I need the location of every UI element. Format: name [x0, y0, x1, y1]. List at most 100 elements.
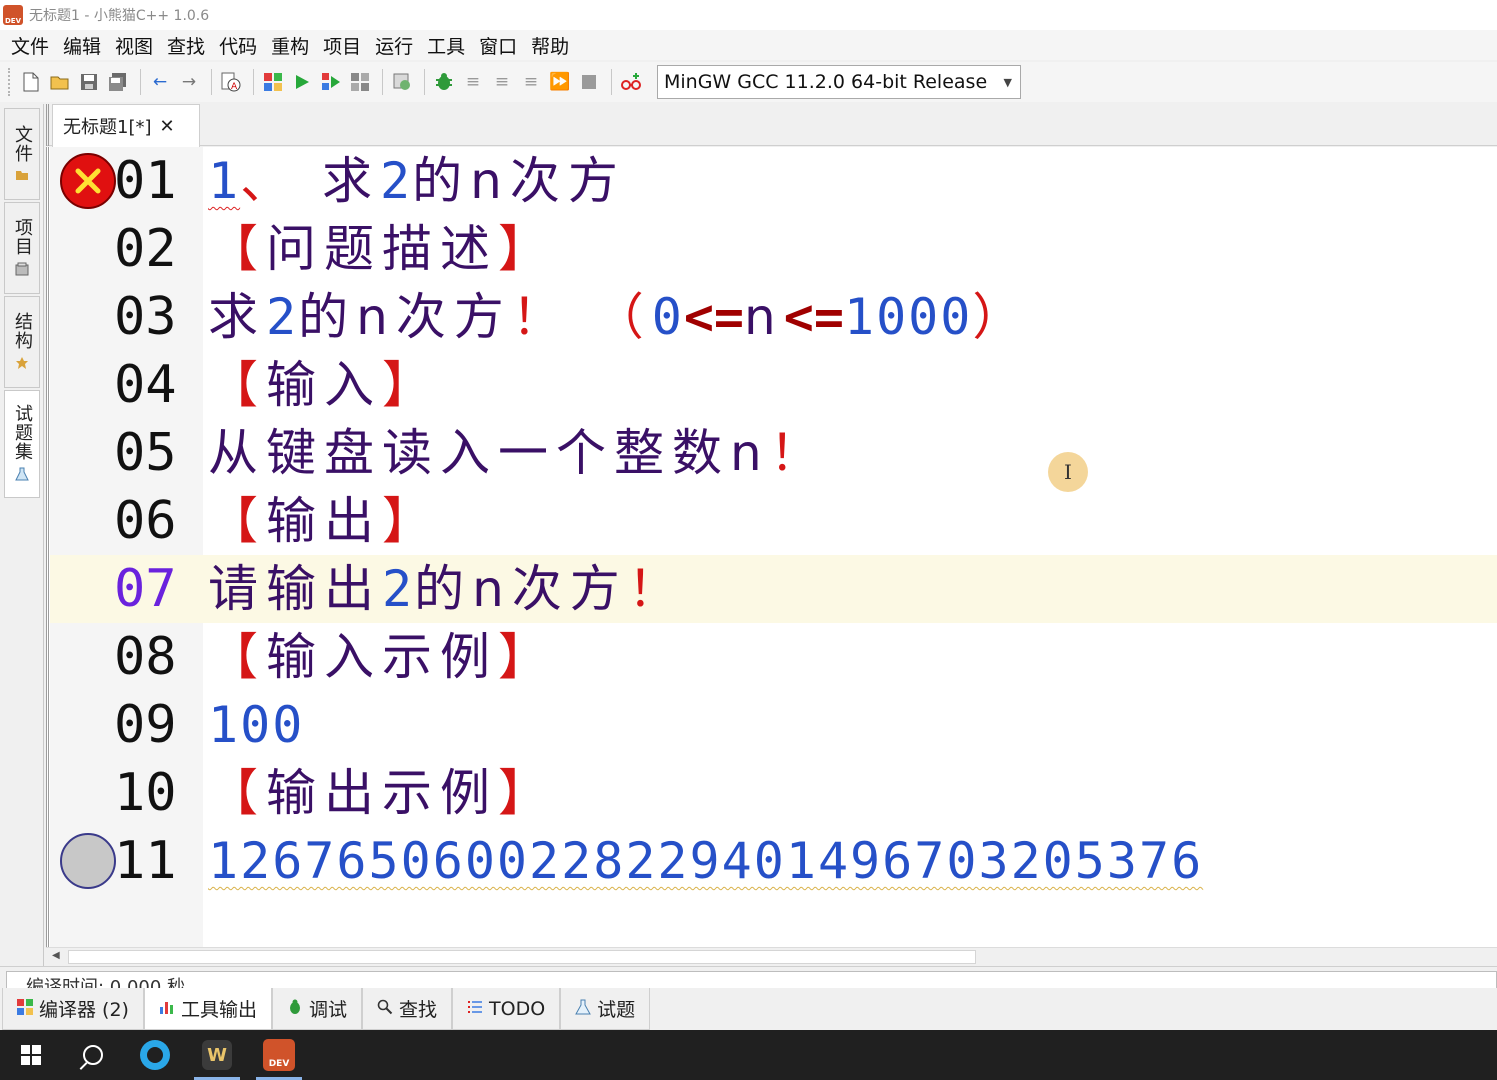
tab-debug[interactable]: 调试	[271, 988, 362, 1030]
menu-view[interactable]: 视图	[108, 32, 160, 59]
save-all-icon[interactable]	[105, 68, 131, 96]
line-number: 07	[114, 559, 177, 619]
open-file-icon[interactable]	[47, 68, 73, 96]
compile-icon[interactable]	[260, 68, 286, 96]
line-number: 02	[114, 219, 177, 279]
editor-tab-label: 无标题1[*]	[63, 117, 152, 138]
problem-set-icon	[15, 467, 29, 484]
code-token: n	[744, 288, 784, 346]
dev-cpp-icon: DEV	[263, 1039, 295, 1071]
step-over-icon[interactable]: ≡	[460, 68, 486, 96]
code-line[interactable]: 06 【输出】	[50, 487, 1497, 555]
dock-tab-label: 试题集	[12, 404, 33, 461]
tab-search[interactable]: 查找	[362, 988, 453, 1030]
compiler-select[interactable]: MinGW GCC 11.2.0 64-bit Release ▼	[657, 65, 1021, 99]
tab-label: 试题	[597, 999, 636, 1021]
code-token: 、	[240, 152, 299, 210]
continue-icon[interactable]: ⏩	[547, 68, 573, 96]
title-bar: DEV 无标题1 - 小熊猫C++ 1.0.6	[0, 0, 1497, 30]
code-token: 请输出	[208, 560, 382, 618]
code-token: 2	[380, 152, 413, 210]
format-icon[interactable]: A	[218, 68, 244, 96]
tab-todo[interactable]: TODO	[452, 988, 561, 1030]
code-line[interactable]: 01 1、 求2的n次方	[50, 147, 1497, 215]
splitter[interactable]	[46, 104, 49, 146]
step-out-icon[interactable]: ≡	[518, 68, 544, 96]
code-token: 】	[382, 492, 440, 550]
menu-window[interactable]: 窗口	[472, 32, 524, 59]
line-number: 09	[114, 695, 177, 755]
debug-icon[interactable]	[431, 68, 457, 96]
code-line[interactable]: 02 【问题描述】	[50, 215, 1497, 283]
code-token: 0	[651, 288, 684, 346]
tab-tool-output[interactable]: 工具输出	[143, 988, 272, 1030]
debug-icon	[287, 999, 303, 1019]
stop-icon[interactable]	[576, 68, 602, 96]
toolbar-separator	[424, 69, 425, 95]
back-icon[interactable]: ←	[147, 68, 173, 96]
code-text: 1、 求2的n次方	[208, 149, 626, 213]
toolbar-grip[interactable]	[8, 68, 12, 96]
search-icon	[377, 999, 393, 1019]
close-icon[interactable]: ✕	[160, 116, 175, 137]
menu-code[interactable]: 代码	[212, 32, 264, 59]
line-number: 05	[114, 423, 177, 483]
menu-file[interactable]: 文件	[4, 32, 56, 59]
code-token: 次方	[511, 560, 628, 618]
taskbar-wps[interactable]: W	[186, 1030, 248, 1080]
step-into-icon[interactable]: ≡	[489, 68, 515, 96]
add-watch-icon[interactable]	[618, 68, 644, 96]
taskbar-dev-cpp[interactable]: DEV	[248, 1030, 310, 1080]
code-line[interactable]: 10 【输出示例】	[50, 759, 1497, 827]
app-window: DEV 无标题1 - 小熊猫C++ 1.0.6 文件 编辑 视图 查找 代码 重…	[0, 0, 1497, 1080]
taskbar-search-button[interactable]	[62, 1030, 124, 1080]
menu-refactor[interactable]: 重构	[264, 32, 316, 59]
code-line[interactable]: 11 1267650600228229401496703205376	[50, 827, 1497, 895]
dock-tab-structure[interactable]: 结构	[4, 296, 40, 388]
code-token: ！ （	[511, 288, 652, 346]
error-marker-icon[interactable]	[60, 153, 116, 209]
tab-label: TODO	[489, 997, 546, 1020]
run-icon[interactable]	[289, 68, 315, 96]
menu-help[interactable]: 帮助	[524, 32, 576, 59]
scroll-left-icon[interactable]: ◀	[52, 950, 60, 961]
dock-tab-problem-set[interactable]: 试题集	[4, 390, 40, 498]
rebuild-icon[interactable]	[347, 68, 373, 96]
menu-run[interactable]: 运行	[368, 32, 420, 59]
horizontal-scrollbar[interactable]: ◀	[46, 947, 1497, 965]
scrollbar-thumb[interactable]	[68, 950, 976, 964]
line-number: 11	[114, 831, 177, 891]
tab-problem[interactable]: 试题	[560, 988, 651, 1030]
tab-compiler[interactable]: 编译器 (2)	[2, 988, 144, 1030]
code-line[interactable]: 03 求2的n次方！ （0<=n<=1000）	[50, 283, 1497, 351]
compile-run-icon[interactable]	[318, 68, 344, 96]
start-button[interactable]	[0, 1030, 62, 1080]
compiler-select-value: MinGW GCC 11.2.0 64-bit Release	[664, 71, 988, 93]
code-editor[interactable]: 01 1、 求2的n次方 02 【问题描述】 03 求2的n次方！ （0<=n<=1000…	[46, 147, 1497, 947]
rebuild-all-icon[interactable]	[389, 68, 415, 96]
wps-icon: W	[202, 1040, 232, 1070]
menu-edit[interactable]: 编辑	[56, 32, 108, 59]
editor-tab[interactable]: 无标题1[*] ✕	[52, 104, 200, 147]
code-line[interactable]: 07 请输出2的n次方！	[50, 555, 1497, 623]
forward-icon[interactable]: →	[176, 68, 202, 96]
dock-tab-project[interactable]: 项目	[4, 202, 40, 294]
menu-search[interactable]: 查找	[160, 32, 212, 59]
app-logo-icon: DEV	[3, 5, 23, 25]
code-line[interactable]: 05 从键盘读入一个整数n！	[50, 419, 1497, 487]
line-number: 03	[114, 287, 177, 347]
code-token: ！	[769, 424, 828, 482]
code-line[interactable]: 08 【输入示例】	[50, 623, 1497, 691]
editor-tab-strip: 无标题1[*] ✕	[46, 104, 1497, 147]
menu-project[interactable]: 项目	[316, 32, 368, 59]
taskbar-qq-browser[interactable]	[124, 1030, 186, 1080]
new-file-icon[interactable]	[18, 68, 44, 96]
menu-tools[interactable]: 工具	[420, 32, 472, 59]
code-token: 】	[498, 764, 556, 822]
breakpoint-icon[interactable]	[60, 833, 116, 889]
dock-tab-files[interactable]: 文件	[4, 108, 40, 200]
code-line[interactable]: 04 【输入】	[50, 351, 1497, 419]
code-text: 100	[208, 693, 304, 757]
save-icon[interactable]	[76, 68, 102, 96]
code-line[interactable]: 09 100	[50, 691, 1497, 759]
